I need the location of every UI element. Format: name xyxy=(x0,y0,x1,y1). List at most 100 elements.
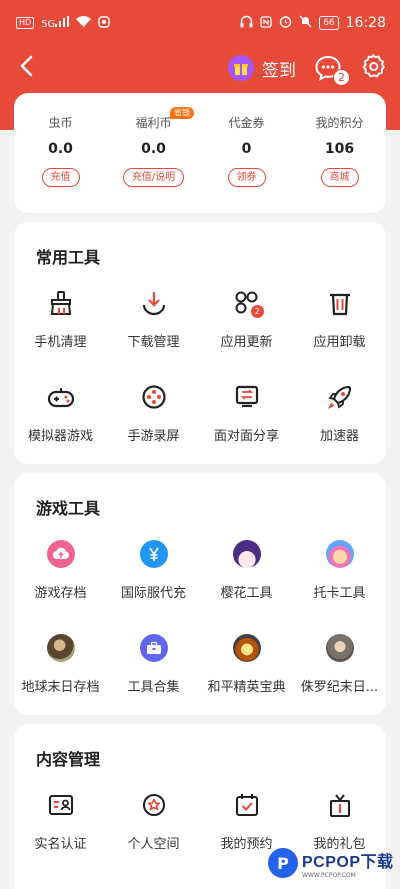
tool-uninstall[interactable]: 应用卸载 xyxy=(293,280,386,374)
update-badge: 2 xyxy=(250,305,264,318)
recharge-explain-button[interactable]: 充值/说明 xyxy=(122,168,185,187)
wallet-label: 福利币 xyxy=(135,116,172,130)
sakura-avatar-icon xyxy=(232,539,262,569)
pcpop-watermark: P PCPOP下载 WWW.PCPOP.COM xyxy=(268,843,394,883)
game-save-data[interactable]: 游戏存档 xyxy=(14,531,107,625)
wallet-value: 0.0 xyxy=(141,141,166,157)
mall-button[interactable]: 商城 xyxy=(320,168,359,187)
game-intl-recharge[interactable]: 国际服代充 xyxy=(107,531,200,625)
watermark-main: PCPOP下载 xyxy=(302,853,394,871)
game-tools-card: 游戏工具 游戏存档 国际服代充 樱花工具 托卡工具 地球末日存档 工具合集 和平… xyxy=(14,473,386,715)
tool-label: 下载管理 xyxy=(127,335,180,350)
tool-face-share[interactable]: 面对面分享 xyxy=(200,374,293,468)
watermark-sub: WWW.PCPOP.COM xyxy=(302,871,356,879)
message-badge: 2 xyxy=(333,69,350,86)
game-tool-label: 樱花工具 xyxy=(220,586,273,601)
toolbox-icon xyxy=(139,633,169,663)
game-tool-label: 侏罗纪末日... xyxy=(300,680,379,695)
game-tool-label: 国际服代充 xyxy=(120,586,186,601)
tool-accelerator[interactable]: 加速器 xyxy=(293,374,386,468)
content-personal-space[interactable]: 个人空间 xyxy=(107,782,200,876)
mute-icon xyxy=(299,15,312,31)
tool-phone-clean[interactable]: 手机清理 xyxy=(14,280,107,374)
game-tool-label: 地球末日存档 xyxy=(21,680,100,695)
status-right: 66 16:28 xyxy=(240,15,386,31)
section-title: 常用工具 xyxy=(36,248,101,267)
status-bar: HD 5G 66 16:28 xyxy=(0,0,400,46)
headphone-icon xyxy=(240,15,253,31)
pcpop-logo-icon: P xyxy=(268,848,298,878)
wallet-points[interactable]: 我的积分 106 商城 xyxy=(293,93,386,213)
status-left: HD 5G xyxy=(16,15,111,31)
broom-icon xyxy=(46,288,76,318)
pubg-avatar-icon xyxy=(232,633,262,663)
hd-indicator: HD xyxy=(16,17,35,29)
share-transfer-icon xyxy=(232,382,262,412)
download-icon xyxy=(139,288,169,318)
checkin-button[interactable]: 签到 xyxy=(228,55,296,81)
tool-label: 加速器 xyxy=(319,429,359,444)
wallet-fulibi[interactable]: 省钱 福利币 0.0 充值/说明 xyxy=(107,93,200,213)
game-pubg-guide[interactable]: 和平精英宝典 xyxy=(200,625,293,719)
section-title: 游戏工具 xyxy=(36,499,101,518)
back-icon[interactable] xyxy=(18,54,36,82)
game-tool-label: 和平精英宝典 xyxy=(207,680,286,695)
cloud-upload-icon xyxy=(46,539,76,569)
game-tool-label: 工具合集 xyxy=(127,680,180,695)
trash-icon xyxy=(325,288,355,318)
survivor-avatar-icon xyxy=(46,633,76,663)
wallet-coupons[interactable]: 代金券 0 领券 xyxy=(200,93,293,213)
wallet-value: 0.0 xyxy=(48,141,73,157)
film-reel-icon xyxy=(139,382,169,412)
settings-gear-icon[interactable] xyxy=(360,53,386,83)
tool-label: 手游录屏 xyxy=(127,429,180,444)
toca-avatar-icon xyxy=(325,539,355,569)
tools-grid: 手机清理 下载管理 2 应用更新 应用卸载 模拟器游戏 手游录屏 面对面分享 加 xyxy=(14,280,386,468)
save-money-tag: 省钱 xyxy=(170,107,194,119)
tool-label: 应用更新 xyxy=(220,335,273,350)
gift-box-icon xyxy=(325,790,355,820)
tool-app-update[interactable]: 2 应用更新 xyxy=(200,280,293,374)
wallet-card: 虫币 0.0 充值 省钱 福利币 0.0 充值/说明 代金券 0 领券 我的积分… xyxy=(14,93,386,213)
tool-label: 模拟器游戏 xyxy=(27,429,93,444)
id-card-icon xyxy=(46,790,76,820)
tool-label: 手机清理 xyxy=(34,335,87,350)
clock: 16:28 xyxy=(345,15,386,31)
gamepad-icon xyxy=(46,382,76,412)
nfc-icon xyxy=(260,15,272,31)
tool-emulator-games[interactable]: 模拟器游戏 xyxy=(14,374,107,468)
wallet-value: 106 xyxy=(324,141,355,157)
calendar-check-icon xyxy=(232,790,262,820)
tool-download-manager[interactable]: 下载管理 xyxy=(107,280,200,374)
gift-icon xyxy=(228,55,254,81)
wallet-label: 虫币 xyxy=(48,116,73,130)
game-tools-grid: 游戏存档 国际服代充 樱花工具 托卡工具 地球末日存档 工具合集 和平精英宝典 xyxy=(14,531,386,719)
common-tools-card: 常用工具 手机清理 下载管理 2 应用更新 应用卸载 模拟器游戏 手游录屏 面对… xyxy=(14,222,386,464)
top-nav: 签到 2 xyxy=(0,46,400,90)
game-tool-label: 游戏存档 xyxy=(34,586,87,601)
wallet-label: 我的积分 xyxy=(315,116,364,130)
apps-update-icon: 2 xyxy=(232,288,264,318)
game-tool-collection[interactable]: 工具合集 xyxy=(107,625,200,719)
game-sakura-tool[interactable]: 樱花工具 xyxy=(200,531,293,625)
message-button[interactable]: 2 xyxy=(314,54,350,86)
jurassic-avatar-icon xyxy=(325,633,355,663)
rocket-icon xyxy=(325,382,355,412)
tool-screen-record[interactable]: 手游录屏 xyxy=(107,374,200,468)
game-jurassic-doomsday[interactable]: 侏罗纪末日... xyxy=(293,625,386,719)
tool-label: 应用卸载 xyxy=(313,335,366,350)
game-last-day-save[interactable]: 地球末日存档 xyxy=(14,625,107,719)
checkin-label: 签到 xyxy=(262,60,296,81)
claim-coupon-button[interactable]: 领券 xyxy=(227,168,266,187)
signal-icon: 5G xyxy=(41,16,70,30)
recharge-button[interactable]: 充值 xyxy=(41,168,80,187)
wallet-chongbi[interactable]: 虫币 0.0 充值 xyxy=(14,93,107,213)
content-label: 我的预约 xyxy=(220,837,273,852)
watermark-text: PCPOP下载 WWW.PCPOP.COM xyxy=(302,848,394,879)
content-real-name[interactable]: 实名认证 xyxy=(14,782,107,876)
game-toca-tool[interactable]: 托卡工具 xyxy=(293,531,386,625)
alarm-icon xyxy=(279,15,292,31)
battery-indicator: 66 xyxy=(319,16,339,30)
content-label: 实名认证 xyxy=(34,837,87,852)
content-label: 个人空间 xyxy=(127,837,180,852)
